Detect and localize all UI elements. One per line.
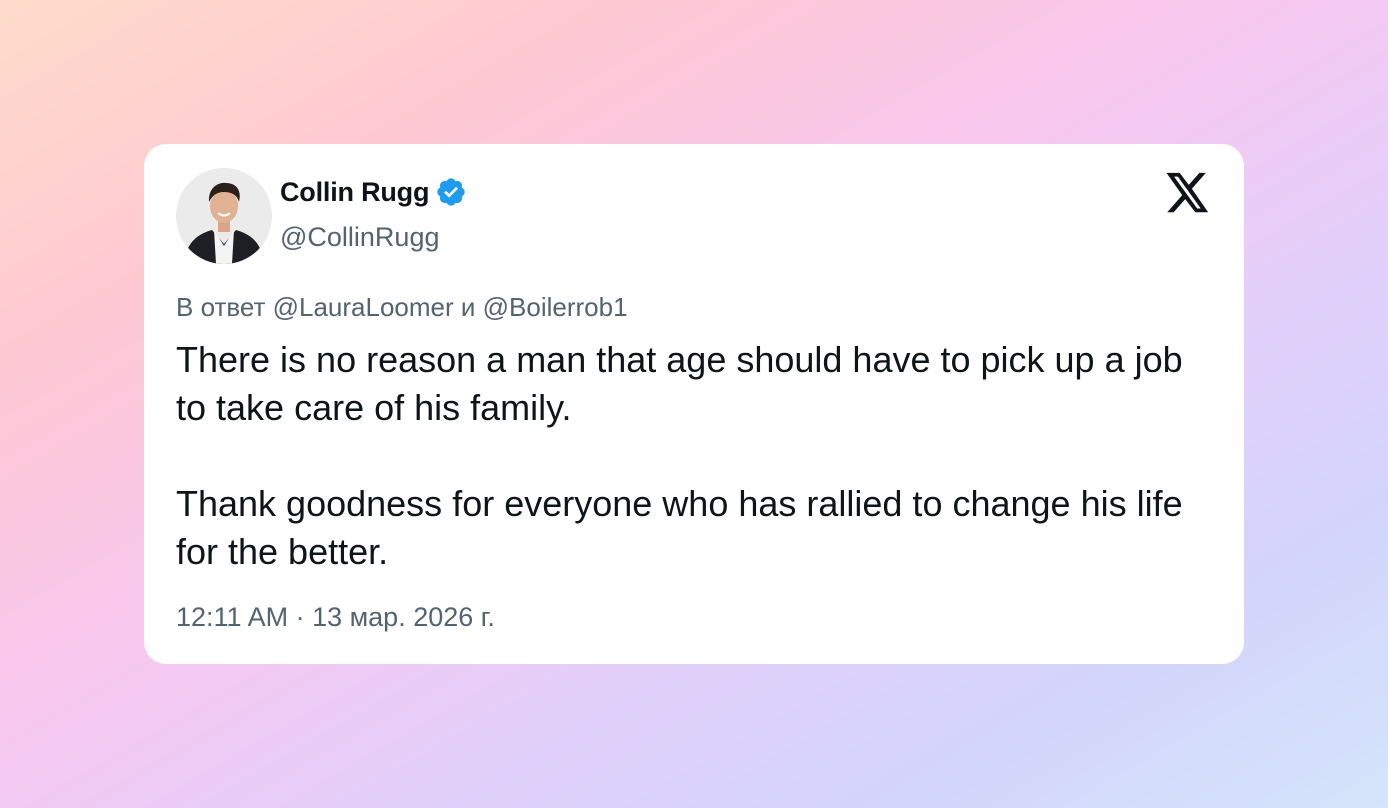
tweet-card: Collin Rugg @CollinRugg В ответ @LauraLo… bbox=[144, 144, 1244, 664]
verified-badge-icon bbox=[435, 176, 467, 208]
author-name-row: Collin Rugg bbox=[280, 176, 467, 208]
avatar-photo bbox=[176, 168, 272, 264]
avatar[interactable] bbox=[176, 168, 272, 264]
reply-to-label: В ответ @LauraLoomer и @Boilerrob1 bbox=[176, 292, 628, 322]
tweet-timestamp[interactable]: 12:11 AM · 13 мар. 2026 г. bbox=[176, 602, 495, 633]
tweet-paragraph-1: There is no reason a man that age should… bbox=[176, 339, 1183, 428]
author-handle[interactable]: @CollinRugg bbox=[280, 222, 439, 253]
author-display-name[interactable]: Collin Rugg bbox=[280, 177, 429, 208]
tweet-paragraph-2: Thank goodness for everyone who has rall… bbox=[176, 483, 1183, 572]
tweet-text: There is no reason a man that age should… bbox=[176, 336, 1216, 576]
x-logo-icon[interactable] bbox=[1166, 172, 1210, 214]
